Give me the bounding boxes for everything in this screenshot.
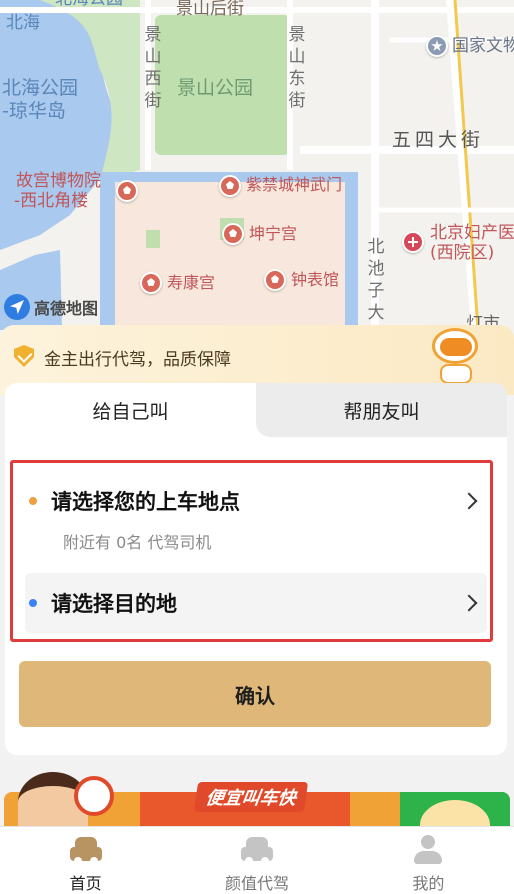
stopwatch-icon xyxy=(74,776,114,816)
map-provider-logo: 高德地图 xyxy=(4,294,98,320)
map-label-jingshan-west-street: 景山西街 xyxy=(144,25,162,111)
nav-item-profile[interactable]: 我的 xyxy=(343,827,514,894)
pickup-location-row[interactable]: 请选择您的上车地点 xyxy=(25,481,487,521)
destination-label: 请选择目的地 xyxy=(51,592,177,616)
destination-dot-icon xyxy=(29,599,37,607)
nearby-drivers-text: 附近有 0名 代驾司机 xyxy=(63,533,212,552)
destination-row[interactable]: 请选择目的地 xyxy=(25,573,487,633)
tab-for-self[interactable]: 给自己叫 xyxy=(5,383,256,437)
nav-item-premium-driver[interactable]: 颜值代驾 xyxy=(171,827,342,894)
user-icon xyxy=(410,835,446,864)
pickup-dot-icon xyxy=(29,497,37,505)
shenwu-gate-pin-icon[interactable] xyxy=(219,175,241,197)
map-label-palace-museum: 故宫博物院 xyxy=(16,171,101,191)
map-label-shenwu-gate: 紫禁城神武门 xyxy=(246,175,343,194)
promo-tagline: 便宜叫车快 xyxy=(193,782,309,812)
map-view[interactable]: 北海公园 北海 景山后街 景山西街 景山东街 景山公园 北海公园 -琼华岛 国家… xyxy=(0,0,514,330)
car-icon xyxy=(239,835,275,865)
chevron-right-icon xyxy=(460,594,478,612)
booking-card: 给自己叫 帮朋友叫 请选择您的上车地点 附近有 0名 代驾司机 请选择目的地 确… xyxy=(5,383,507,755)
map-label-beihai: 北海 xyxy=(6,13,40,33)
palace-museum-pin-icon[interactable] xyxy=(116,180,138,202)
map-label-national-culture: 国家文物 xyxy=(452,36,514,56)
guarantee-banner-text: 金主出行代驾，品质保障 xyxy=(44,350,231,370)
nav-item-home[interactable]: 首页 xyxy=(0,827,171,894)
map-label-northwest-tower: -西北角楼 xyxy=(14,191,89,211)
bottom-nav: 首页 颜值代驾 我的 xyxy=(0,826,514,894)
shoukang-palace-pin-icon[interactable] xyxy=(140,272,162,294)
kunning-palace-pin-icon[interactable] xyxy=(222,223,244,245)
promo-banner[interactable]: 便宜叫车快 xyxy=(0,770,514,830)
booking-tabs: 给自己叫 帮朋友叫 xyxy=(5,383,507,437)
landmark-pin-icon[interactable] xyxy=(426,35,448,57)
confirm-button[interactable]: 确认 xyxy=(19,661,491,727)
map-label-jingshan-park: 景山公园 xyxy=(177,77,254,99)
map-label-hospital-line2: (西院区) xyxy=(430,243,495,263)
robot-mascot-icon xyxy=(426,326,486,388)
map-label-hospital-line1: 北京妇产医 xyxy=(430,223,514,243)
shield-check-icon xyxy=(14,345,34,367)
map-label-beichizi: 北池子大 xyxy=(367,237,385,323)
clock-hall-pin-icon[interactable] xyxy=(264,269,286,291)
map-label-shoukang-palace: 寿康宫 xyxy=(167,273,216,292)
map-provider-label: 高德地图 xyxy=(34,299,99,318)
map-label-kunning-palace: 坤宁宫 xyxy=(249,224,298,243)
address-selection-box: 请选择您的上车地点 附近有 0名 代驾司机 请选择目的地 xyxy=(10,460,493,642)
chevron-right-icon xyxy=(460,492,478,510)
hospital-pin-icon[interactable] xyxy=(402,231,424,253)
nav-item-label: 我的 xyxy=(412,874,445,893)
car-icon xyxy=(68,835,104,865)
tab-for-friend[interactable]: 帮朋友叫 xyxy=(256,383,507,437)
map-label-qionghua-island: -琼华岛 xyxy=(2,100,66,122)
gaode-logo-icon xyxy=(4,294,30,320)
nav-item-label: 颜值代驾 xyxy=(224,874,289,893)
map-label-jingshan-east-street: 景山东街 xyxy=(288,25,306,111)
map-label-wusi-street: 五四大街 xyxy=(392,129,485,151)
nav-item-label: 首页 xyxy=(69,874,102,893)
map-label-beihai-park: 北海公园 xyxy=(2,77,79,99)
pickup-location-label: 请选择您的上车地点 xyxy=(51,490,240,514)
map-label-jingshan-back-street: 景山后街 xyxy=(176,0,244,19)
map-label-clock-hall: 钟表馆 xyxy=(291,270,340,289)
map-label-beihai-top: 北海公园 xyxy=(55,0,123,9)
